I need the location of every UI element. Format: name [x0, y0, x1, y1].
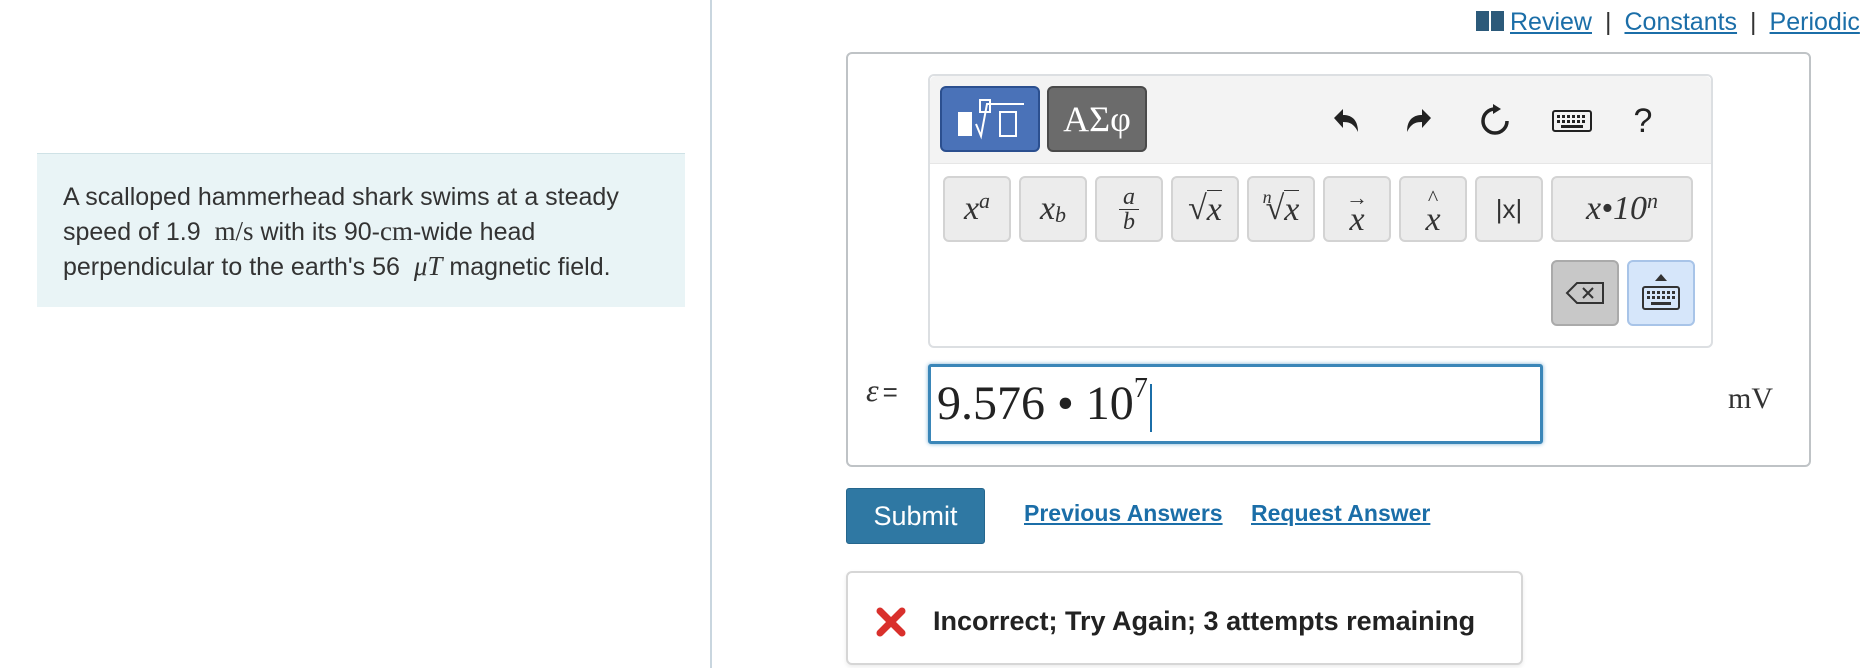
feedback-message: Incorrect; Try Again; 3 attempts remaini…: [933, 606, 1476, 636]
template-subscript: b: [1055, 202, 1067, 227]
problem-text: magnetic field.: [449, 253, 611, 281]
redo-icon[interactable]: [1397, 98, 1443, 144]
vector-argument: x: [1349, 201, 1365, 238]
fraction-denominator: b: [1123, 208, 1135, 235]
problem-line-2: speed of 1.9 m/s with its 90-cm-wide hea…: [63, 214, 659, 249]
answer-input[interactable]: 9.576 • 107: [928, 364, 1543, 444]
problem-text: -wide head: [412, 218, 536, 246]
superscript-template-button[interactable]: xa: [943, 176, 1011, 242]
greek-mode-button[interactable]: ΑΣφ: [1047, 86, 1147, 152]
answer-mantissa: 9.576 • 10: [937, 377, 1134, 430]
submit-button[interactable]: Submit: [846, 488, 985, 544]
fraction-template-button[interactable]: a b: [1095, 176, 1163, 242]
backspace-icon: [1565, 282, 1604, 304]
speed-unit: m/s: [214, 216, 254, 246]
unit-vector-argument: x: [1425, 201, 1441, 238]
keyboard-icon[interactable]: [1544, 98, 1600, 144]
answer-box: ΑΣφ ? xa xb a b √ x n √ x → x ^ x |x| x•…: [846, 52, 1811, 467]
link-separator: |: [1750, 7, 1757, 36]
sqrt-template-button[interactable]: √ x: [1171, 176, 1239, 242]
radical-icon: √: [1188, 190, 1207, 227]
request-answer-link[interactable]: Request Answer: [1251, 500, 1430, 527]
vector-template-button[interactable]: → x: [1323, 176, 1391, 242]
unit-vector-template-button[interactable]: ^ x: [1399, 176, 1467, 242]
root-index: n: [1262, 186, 1272, 207]
templates-icon: [958, 99, 1024, 140]
keyboard-toggle-icon: [1642, 274, 1680, 310]
math-toolbar: ΑΣφ ? xa xb a b √ x n √ x → x ^ x |x| x•…: [928, 74, 1713, 348]
absolute-value-template-button[interactable]: |x|: [1475, 176, 1543, 242]
backspace-button[interactable]: [1551, 260, 1619, 326]
sci-mantissa: x•10: [1586, 190, 1647, 227]
subscript-template-button[interactable]: xb: [1019, 176, 1087, 242]
template-base: x: [963, 190, 980, 227]
templates-mode-button[interactable]: [940, 86, 1040, 152]
equals-sign: =: [882, 377, 898, 407]
sqrt-argument: x: [1206, 189, 1222, 228]
toolbar-top-bar: ΑΣφ ?: [930, 76, 1711, 164]
problem-statement: A scalloped hammerhead shark swims at a …: [37, 153, 685, 307]
sci-exponent: n: [1647, 188, 1658, 213]
feedback-box: Incorrect; Try Again; 3 attempts remaini…: [846, 571, 1523, 665]
problem-line-3: perpendicular to the earth's 56 μT magne…: [63, 249, 659, 284]
review-link[interactable]: Review: [1510, 8, 1592, 37]
show-keyboard-button[interactable]: [1627, 260, 1695, 326]
link-separator: |: [1604, 7, 1612, 36]
template-base: x: [1039, 190, 1056, 227]
help-button[interactable]: ?: [1620, 98, 1666, 144]
problem-line-1: A scalloped hammerhead shark swims at a …: [63, 183, 619, 211]
nth-root-template-button[interactable]: n √ x: [1247, 176, 1315, 242]
periodic-table-link[interactable]: Periodic: [1770, 8, 1860, 37]
book-icon: [1476, 11, 1504, 33]
field-unit: μT: [413, 251, 443, 281]
problem-text: speed of 1.9: [63, 218, 201, 246]
fraction-numerator: a: [1119, 185, 1139, 210]
root-argument: x: [1284, 189, 1300, 228]
left-pane: A scalloped hammerhead shark swims at a …: [0, 0, 712, 668]
text-caret: [1149, 383, 1152, 432]
top-links: Review | Constants | Periodic: [1476, 4, 1860, 40]
reset-icon[interactable]: [1472, 98, 1518, 144]
emf-symbol: ε: [866, 372, 879, 408]
template-exponent: a: [979, 188, 991, 213]
length-unit: cm: [379, 216, 413, 246]
previous-answers-link[interactable]: Previous Answers: [1024, 500, 1223, 527]
emf-label: ε =: [866, 372, 898, 409]
incorrect-x-icon: [876, 607, 906, 637]
answer-unit: mV: [1728, 382, 1773, 415]
constants-link[interactable]: Constants: [1624, 8, 1737, 37]
answer-exponent: 7: [1133, 373, 1148, 404]
problem-text: perpendicular to the earth's 56: [63, 253, 400, 281]
scientific-notation-template-button[interactable]: x•10 n: [1551, 176, 1693, 242]
undo-icon[interactable]: [1322, 98, 1368, 144]
problem-text: with its 90-: [260, 218, 380, 246]
